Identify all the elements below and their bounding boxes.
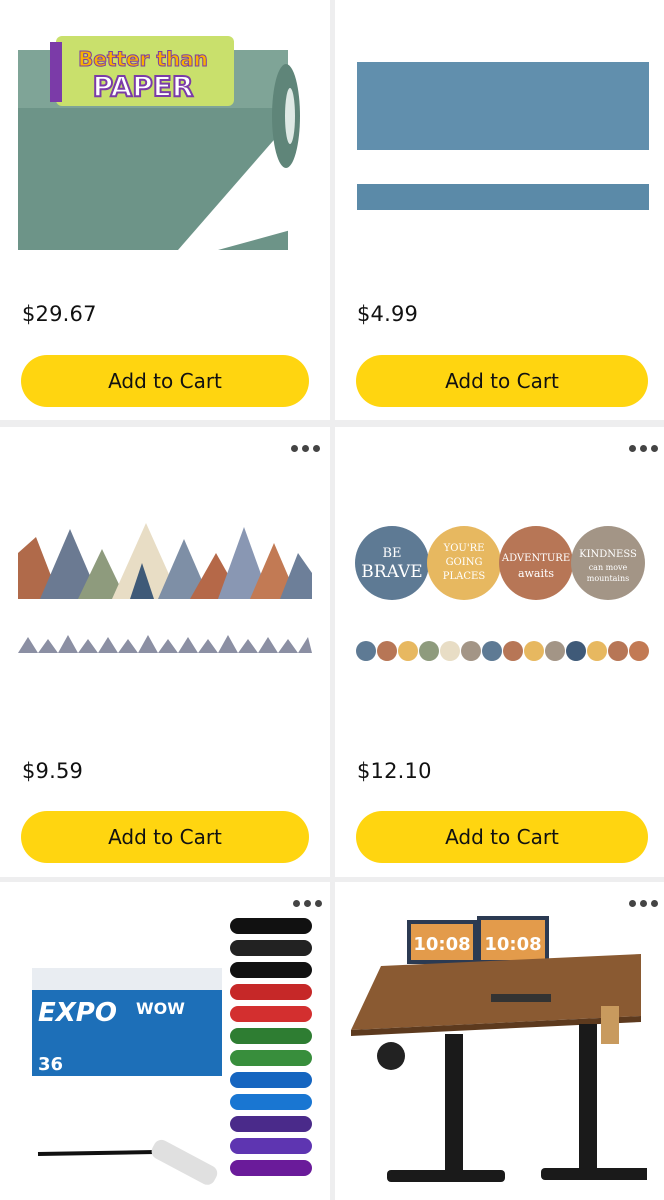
product-card[interactable]: EXPO WOW 36 <box>0 882 330 1200</box>
product-card[interactable]: $4.99 Add to Cart <box>335 0 664 420</box>
disc-text: BE <box>382 546 401 561</box>
product-card[interactable]: BE BRAVE YOU'RE GOING PLACES ADVENTURE a… <box>335 427 664 877</box>
disc-text: BRAVE <box>361 562 422 582</box>
add-to-cart-button[interactable]: Add to Cart <box>21 355 309 407</box>
product-grid: Better than PAPER $29.67 Add to Cart $4.… <box>0 0 664 1200</box>
product-price: $9.59 <box>22 759 84 783</box>
add-to-cart-button[interactable]: Add to Cart <box>21 811 309 863</box>
more-options-icon[interactable] <box>629 445 663 455</box>
product-card[interactable]: $9.59 Add to Cart <box>0 427 330 877</box>
disc-text: awaits <box>518 567 554 580</box>
disc-text: YOU'RE <box>443 543 485 554</box>
screen-clock: 10:08 <box>484 934 541 955</box>
product-image[interactable] <box>18 523 312 663</box>
product-price: $12.10 <box>357 759 432 783</box>
box-brand-text: EXPO <box>38 998 117 1028</box>
product-price: $29.67 <box>22 302 97 326</box>
screen-clock: 10:08 <box>413 934 470 955</box>
product-price: $4.99 <box>357 302 419 326</box>
product-card[interactable]: Better than PAPER $29.67 Add to Cart <box>0 0 330 420</box>
disc-text: KINDNESS <box>579 549 637 560</box>
disc-text: PLACES <box>443 571 486 582</box>
box-count-text: 36 <box>38 1054 63 1075</box>
brand-text-1: Better than <box>78 47 208 71</box>
add-to-cart-button[interactable]: Add to Cart <box>356 355 648 407</box>
brand-text-2: PAPER <box>93 70 194 103</box>
box-label-text: WOW <box>136 999 185 1018</box>
product-image[interactable]: Better than PAPER <box>18 28 310 250</box>
more-options-icon[interactable] <box>291 445 325 455</box>
disc-text: can move <box>589 563 628 572</box>
add-to-cart-button[interactable]: Add to Cart <box>356 811 648 863</box>
product-image[interactable]: BE BRAVE YOU'RE GOING PLACES ADVENTURE a… <box>355 523 649 663</box>
product-image[interactable]: 10:08 10:08 <box>351 906 647 1200</box>
product-image[interactable] <box>357 62 649 212</box>
disc-text: mountains <box>587 574 630 583</box>
product-card[interactable]: 10:08 10:08 <box>335 882 664 1200</box>
disc-text: ADVENTURE <box>501 553 570 564</box>
product-image[interactable]: EXPO WOW 36 <box>30 906 320 1200</box>
disc-text: GOING <box>446 557 483 568</box>
